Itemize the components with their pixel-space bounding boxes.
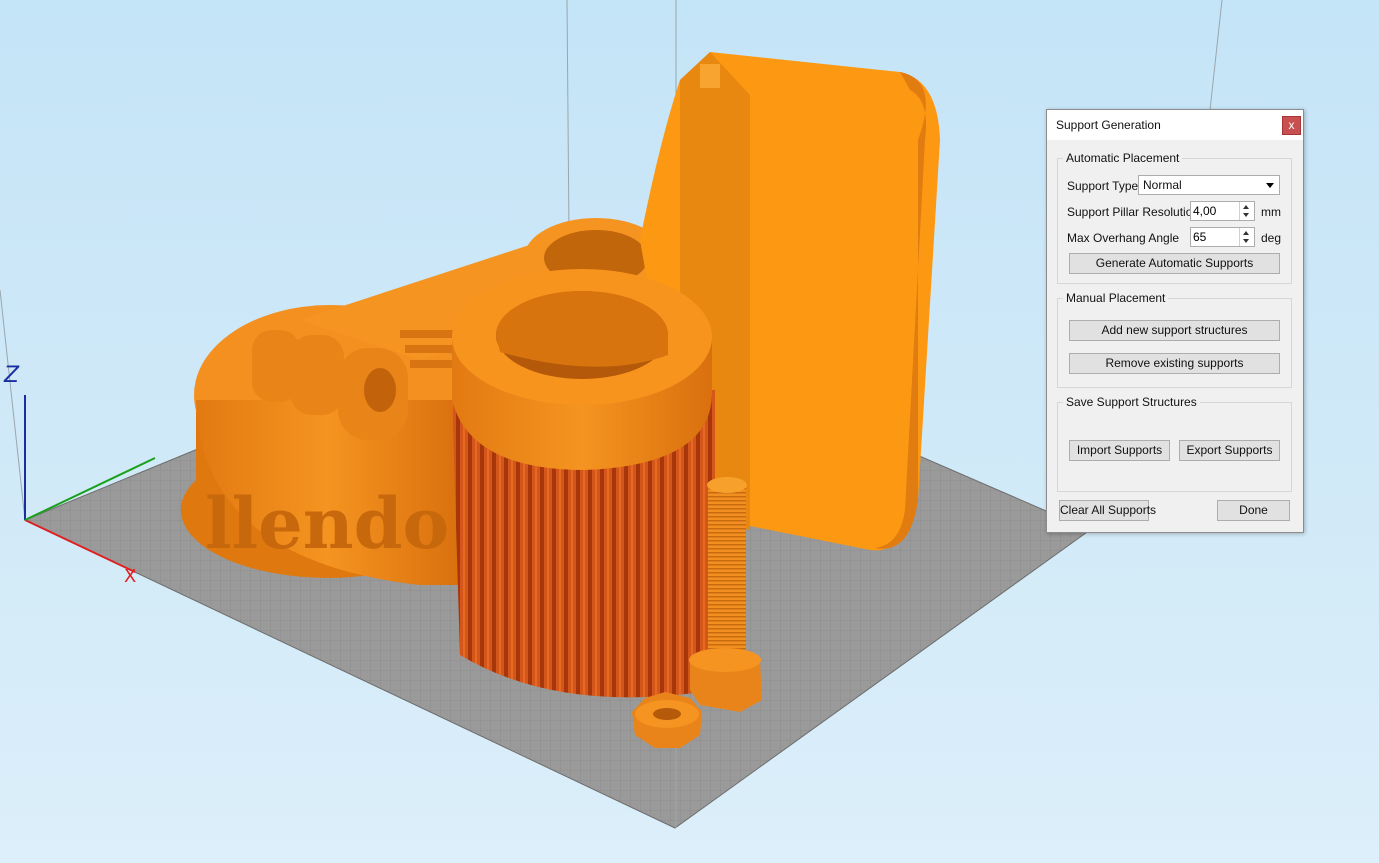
support-type-select[interactable]: Normal (1138, 175, 1280, 195)
dialog-titlebar[interactable]: Support Generation x (1047, 110, 1303, 140)
support-type-label: Support Type (1067, 179, 1139, 193)
z-axis-label: Z (3, 363, 20, 388)
overhang-unit-label: deg (1261, 231, 1282, 245)
spin-buttons[interactable] (1239, 202, 1254, 220)
clear-all-supports-button[interactable]: Clear All Supports (1059, 500, 1156, 521)
close-button[interactable]: x (1282, 116, 1301, 135)
spin-up-icon[interactable] (1243, 205, 1249, 209)
chevron-down-icon (1266, 183, 1274, 188)
manual-placement-group: Manual Placement (1057, 291, 1292, 388)
spin-buttons[interactable] (1239, 228, 1254, 246)
overhang-angle-spinbox[interactable] (1190, 227, 1255, 247)
pillar-resolution-input[interactable] (1193, 203, 1239, 219)
support-type-value: Normal (1143, 178, 1182, 192)
export-supports-button[interactable]: Export Supports (1179, 440, 1280, 461)
overhang-angle-input[interactable] (1193, 229, 1239, 245)
generate-automatic-supports-button[interactable]: Generate Automatic Supports (1069, 253, 1280, 274)
pillar-resolution-spinbox[interactable] (1190, 201, 1255, 221)
manual-placement-title: Manual Placement (1063, 291, 1169, 305)
dialog-title: Support Generation (1056, 118, 1161, 132)
ribbed-cylinder-model[interactable] (452, 269, 715, 698)
remove-supports-button[interactable]: Remove existing supports (1069, 353, 1280, 374)
x-axis-label: X (124, 566, 136, 587)
support-generation-dialog: Support Generation x Automatic Placement… (1046, 109, 1304, 533)
pillar-resolution-label: Support Pillar Resolution (1067, 205, 1200, 219)
automatic-placement-title: Automatic Placement (1063, 151, 1183, 165)
done-button[interactable]: Done (1217, 500, 1290, 521)
spin-up-icon[interactable] (1243, 231, 1249, 235)
pillar-unit-label: mm (1261, 205, 1281, 219)
spin-down-icon[interactable] (1243, 239, 1249, 243)
save-supports-title: Save Support Structures (1063, 395, 1200, 409)
add-supports-button[interactable]: Add new support structures (1069, 320, 1280, 341)
svg-text:llendo: llendo (205, 482, 449, 565)
overhang-angle-label: Max Overhang Angle (1067, 231, 1180, 245)
spin-down-icon[interactable] (1243, 213, 1249, 217)
import-supports-button[interactable]: Import Supports (1069, 440, 1170, 461)
